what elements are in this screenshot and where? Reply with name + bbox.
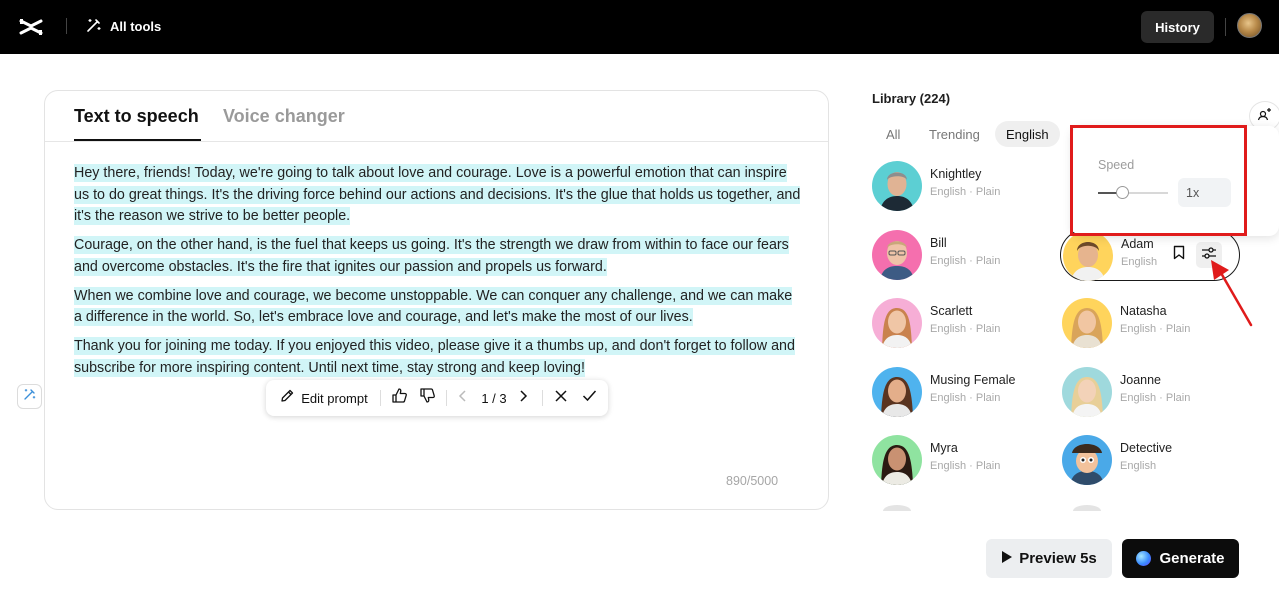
next-button[interactable] — [514, 380, 532, 416]
page-indicator-label: 1 / 3 — [481, 390, 507, 406]
bookmark-icon — [1173, 245, 1185, 265]
header-divider — [66, 18, 67, 34]
voice-avatar — [872, 435, 922, 485]
magic-wand-icon — [86, 17, 102, 36]
pencil-icon — [280, 388, 295, 408]
history-button[interactable]: History — [1141, 11, 1214, 43]
close-icon — [554, 389, 568, 408]
voice-meta: English · Plain — [1120, 392, 1191, 404]
thumbs-down-icon — [419, 387, 436, 409]
edit-prompt-button[interactable]: Edit prompt — [276, 380, 372, 416]
voice-avatar — [1062, 367, 1112, 417]
voice-list-overflow — [872, 498, 1252, 517]
previous-button[interactable] — [454, 380, 472, 416]
library-title: Library (224) — [872, 91, 951, 106]
voice-avatar — [872, 298, 922, 348]
voice-name: Knightley — [930, 167, 982, 181]
capcut-logo-icon[interactable] — [18, 14, 44, 40]
mode-tabs: Text to speech Voice changer — [45, 91, 828, 142]
play-icon — [1001, 550, 1013, 568]
ai-assist-button[interactable] — [17, 384, 42, 409]
add-voice-icon — [1257, 106, 1273, 127]
script-paragraph: Thank you for joining me today. If you e… — [74, 337, 795, 377]
voice-meta: English · Plain — [1120, 323, 1191, 335]
accept-button[interactable] — [577, 380, 601, 416]
voice-meta: English · Plain — [930, 255, 1001, 267]
all-tools-label: All tools — [110, 18, 162, 34]
filter-all[interactable]: All — [875, 121, 911, 147]
tab-text-to-speech[interactable]: Text to speech — [74, 106, 199, 127]
voice-name: Adam — [1121, 237, 1154, 251]
voice-meta: English · Plain — [930, 460, 1001, 472]
tab-voice-changer[interactable]: Voice changer — [223, 106, 345, 127]
magic-pen-icon — [23, 387, 37, 406]
chevron-left-icon — [458, 389, 468, 407]
header-divider — [1225, 18, 1226, 36]
voice-avatar — [872, 230, 922, 280]
all-tools-button[interactable]: All tools — [86, 15, 161, 37]
voice-name: Joanne — [1120, 373, 1162, 387]
script-paragraph: Courage, on the other hand, is the fuel … — [74, 236, 789, 276]
voice-avatar — [1062, 435, 1112, 485]
filter-english[interactable]: English — [995, 121, 1060, 147]
prompt-toolbar: Edit prompt 1 / 3 — [266, 380, 608, 416]
voice-meta: English · Plain — [930, 323, 1001, 335]
generate-label: Generate — [1159, 550, 1225, 567]
voice-avatar — [872, 161, 922, 211]
thumbs-down-button[interactable] — [414, 380, 440, 416]
voice-card-knightley[interactable]: Knightley English · Plain — [872, 160, 1052, 212]
voice-meta: English · Plain — [930, 392, 1001, 404]
voice-card-bill[interactable]: Bill English · Plain — [872, 229, 1052, 281]
voice-meta: English · Plain — [930, 186, 1001, 198]
top-bar: All tools History — [0, 0, 1279, 54]
reject-button[interactable] — [549, 380, 573, 416]
voice-avatar — [1063, 231, 1113, 281]
voice-card-detective[interactable]: Detective English — [1062, 434, 1242, 486]
annotation-arrow — [1205, 258, 1255, 333]
script-paragraph: When we combine love and courage, we bec… — [74, 286, 793, 326]
edit-prompt-label: Edit prompt — [301, 390, 368, 406]
script-paragraph: Hey there, friends! Today, we're going t… — [74, 164, 801, 225]
toolbar-divider — [380, 390, 381, 406]
voice-name: Detective — [1120, 441, 1173, 455]
voice-card-scarlett[interactable]: Scarlett English · Plain — [872, 297, 1052, 349]
checkmark-icon — [582, 389, 597, 407]
voice-name: Natasha — [1120, 304, 1167, 318]
thumbs-up-button[interactable] — [386, 380, 412, 416]
chevron-right-icon — [518, 389, 528, 407]
active-tab-indicator — [74, 139, 201, 141]
generate-button[interactable]: Generate — [1122, 539, 1239, 578]
annotation-highlight-box — [1070, 125, 1247, 236]
voice-meta: English — [1120, 460, 1157, 472]
voice-card-joanne[interactable]: Joanne English · Plain — [1062, 366, 1242, 418]
voice-name: Bill — [930, 236, 947, 250]
voice-avatar — [1062, 298, 1112, 348]
voice-meta: English · Plain — [1121, 256, 1161, 268]
voice-avatar — [872, 367, 922, 417]
voice-name: Scarlett — [930, 304, 973, 318]
filter-trending[interactable]: Trending — [918, 121, 991, 147]
voice-card-musing-female[interactable]: Musing Female English · Plain — [872, 366, 1052, 418]
voice-name: Myra — [930, 441, 958, 455]
preview-button[interactable]: Preview 5s — [986, 539, 1112, 578]
toolbar-divider — [446, 390, 447, 406]
character-count: 890/5000 — [726, 474, 779, 488]
thumbs-up-icon — [391, 387, 408, 409]
user-avatar[interactable] — [1237, 13, 1262, 38]
toolbar-divider — [542, 390, 543, 406]
script-text-area[interactable]: Hey there, friends! Today, we're going t… — [74, 163, 804, 387]
generate-orb-icon — [1136, 551, 1152, 566]
page-indicator: 1 / 3 — [476, 380, 512, 416]
voice-card-myra[interactable]: Myra English · Plain — [872, 434, 1052, 486]
text-editor-panel: Text to speech Voice changer Hey there, … — [44, 90, 829, 510]
preview-label: Preview 5s — [1019, 550, 1097, 567]
voice-name: Musing Female — [930, 373, 1016, 387]
bookmark-button[interactable] — [1166, 242, 1192, 268]
